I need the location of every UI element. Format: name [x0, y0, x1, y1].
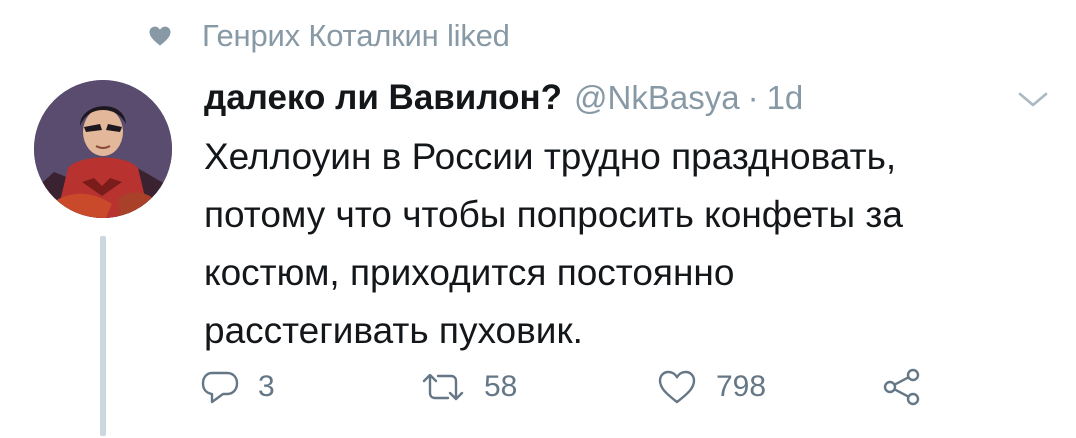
retweet-button[interactable]: 58	[420, 362, 517, 412]
like-count: 798	[716, 370, 767, 403]
tweet-text: Хеллоуин в России трудно праздновать, по…	[204, 128, 1054, 360]
tweet-text-line: расстегивать пуховик.	[204, 310, 583, 351]
tweet-timestamp[interactable]: 1d	[767, 79, 804, 117]
tweet-text-line: костюм, приходится постоянно	[204, 252, 735, 293]
retweet-icon	[422, 373, 464, 401]
tweet-text-line: Хеллоуин в России трудно праздновать,	[204, 136, 897, 177]
retweet-count: 58	[484, 370, 518, 403]
reply-icon	[201, 371, 239, 404]
avatar-illustration	[34, 80, 172, 218]
author-handle[interactable]: @NkBasya	[574, 79, 740, 117]
reply-count: 3	[258, 370, 275, 403]
share-button[interactable]	[882, 362, 922, 412]
heart-icon	[149, 26, 171, 46]
like-button[interactable]: 798	[656, 362, 766, 412]
tweet-header: далеко ли Вавилон? @NkBasya · 1d	[204, 78, 803, 122]
thread-line	[100, 236, 106, 436]
share-icon	[883, 368, 920, 406]
reply-button[interactable]: 3	[200, 362, 275, 412]
author-name[interactable]: далеко ли Вавилон?	[204, 78, 562, 118]
social-context: Генрих Коталкин liked	[148, 14, 510, 58]
avatar[interactable]	[34, 80, 172, 218]
header-separator: ·	[747, 79, 759, 116]
heart-outline-icon	[658, 370, 696, 404]
liked-by-text[interactable]: Генрих Коталкин liked	[202, 18, 510, 54]
tweet-text-line: потому что чтобы попросить конфеты за	[204, 194, 903, 235]
chevron-down-icon[interactable]	[1016, 88, 1050, 110]
